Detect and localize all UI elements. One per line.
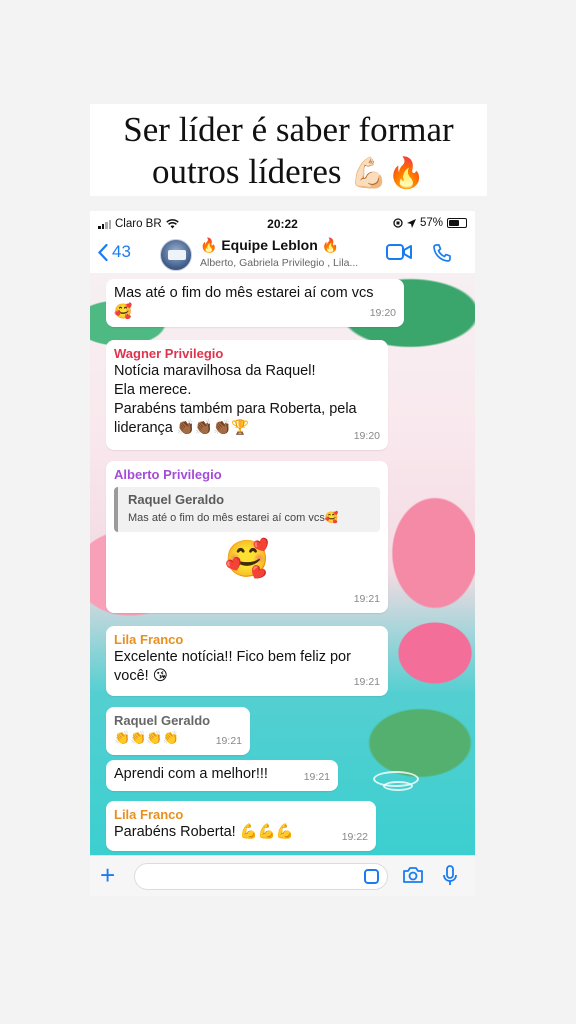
message-bubble[interactable]: Raquel Geraldo 👏👏👏👏 19:21 <box>106 707 250 755</box>
orientation-lock-icon <box>393 218 403 228</box>
message-emoji: 😘 <box>152 668 168 684</box>
message-emoji: 🥰 <box>224 539 270 580</box>
chat-header: 43 🔥 Equipe Leblon 🔥 Alberto, Gabriela P… <box>90 237 475 273</box>
quoted-text: Mas até o fim do mês estarei aí com vcs🥰 <box>128 512 339 524</box>
plus-icon[interactable]: + <box>100 862 115 888</box>
video-call-icon[interactable] <box>386 243 412 261</box>
status-right: 57% <box>393 217 467 229</box>
location-icon <box>406 218 416 228</box>
back-chevron-icon <box>98 243 108 261</box>
message-bubble[interactable]: Wagner Privilegio Notícia maravilhosa da… <box>106 340 388 450</box>
story-caption: Ser líder é saber formar outros líderes … <box>90 104 487 196</box>
message-time: 19:21 <box>303 771 330 783</box>
caption-line-2-text: outros líderes <box>151 152 342 191</box>
message-input[interactable] <box>134 863 388 890</box>
whatsapp-screen: Claro BR 20:22 57% 43 🔥 Equipe Leblon 🔥 … <box>90 211 475 896</box>
message-time: 19:20 <box>353 430 380 442</box>
message-bubble[interactable]: Lila Franco Parabéns Roberta! 💪💪💪 19:22 <box>106 801 376 851</box>
message-emoji: 💪💪💪 <box>239 824 294 840</box>
message-text-line: Excelente notícia!! Fico bem feliz por <box>114 649 351 665</box>
back-button[interactable]: 43 <box>98 242 131 262</box>
message-bubble[interactable]: Alberto Privilegio Raquel Geraldo Mas at… <box>106 461 388 613</box>
message-text-line: liderança 👏🏾👏🏾👏🏾🏆 <box>114 420 250 436</box>
battery-icon <box>447 218 467 228</box>
message-text: Aprendi com a melhor!!! <box>114 766 268 782</box>
caption-line-1: Ser líder é saber formar <box>123 110 454 149</box>
battery-percent: 57% <box>419 217 443 229</box>
message-emoji: 👏🏾👏🏾👏🏾🏆 <box>176 420 250 436</box>
quoted-message[interactable]: Raquel Geraldo Mas até o fim do mês esta… <box>114 487 380 532</box>
message-sender: Lila Franco <box>114 632 184 647</box>
message-text-line: você! 😘 <box>114 668 168 684</box>
message-sender: Alberto Privilegio <box>114 467 222 482</box>
microphone-icon[interactable] <box>442 865 458 887</box>
message-time: 19:22 <box>341 831 368 843</box>
message-text-line: Parabéns também para Roberta, pela <box>114 401 357 417</box>
phone-call-icon[interactable] <box>432 243 452 263</box>
camera-icon[interactable] <box>402 866 424 884</box>
message-bubble[interactable]: Lila Franco Excelente notícia!! Fico bem… <box>106 626 388 696</box>
group-title[interactable]: 🔥 Equipe Leblon 🔥 <box>200 237 339 254</box>
message-bubble[interactable]: Aprendi com a melhor!!! 19:21 <box>106 760 338 791</box>
message-time: 19:21 <box>353 593 380 605</box>
message-sender: Wagner Privilegio <box>114 346 224 361</box>
quoted-sender: Raquel Geraldo <box>128 492 225 507</box>
message-emoji: 🥰 <box>114 304 133 320</box>
message-sender: Raquel Geraldo <box>114 713 211 728</box>
message-text: Mas até o fim do mês estarei aí com vcs <box>114 285 374 301</box>
message-bubble[interactable]: Mas até o fim do mês estarei aí com vcs … <box>106 279 404 327</box>
message-time: 19:20 <box>369 307 396 319</box>
message-sender: Lila Franco <box>114 807 184 822</box>
message-input-bar: + <box>90 855 475 896</box>
status-bar: Claro BR 20:22 57% <box>90 211 475 237</box>
group-members[interactable]: Alberto, Gabriela Privilegio , Lila... <box>200 257 358 269</box>
message-time: 19:21 <box>215 735 242 747</box>
back-count: 43 <box>112 242 131 261</box>
caption-emoji: 💪🏻🔥 <box>350 156 425 191</box>
caption-line-2: outros líderes 💪🏻🔥 <box>90 151 487 195</box>
message-text-line: Notícia maravilhosa da Raquel! <box>114 363 316 379</box>
water-ripple <box>383 781 413 791</box>
chat-messages[interactable]: Mas até o fim do mês estarei aí com vcs … <box>90 273 475 855</box>
group-avatar[interactable] <box>160 239 192 271</box>
sticker-icon[interactable] <box>364 869 379 884</box>
message-time: 19:21 <box>353 676 380 688</box>
message-text: Parabéns Roberta! 💪💪💪 <box>114 824 294 840</box>
message-text-line: Ela merece. <box>114 382 192 398</box>
